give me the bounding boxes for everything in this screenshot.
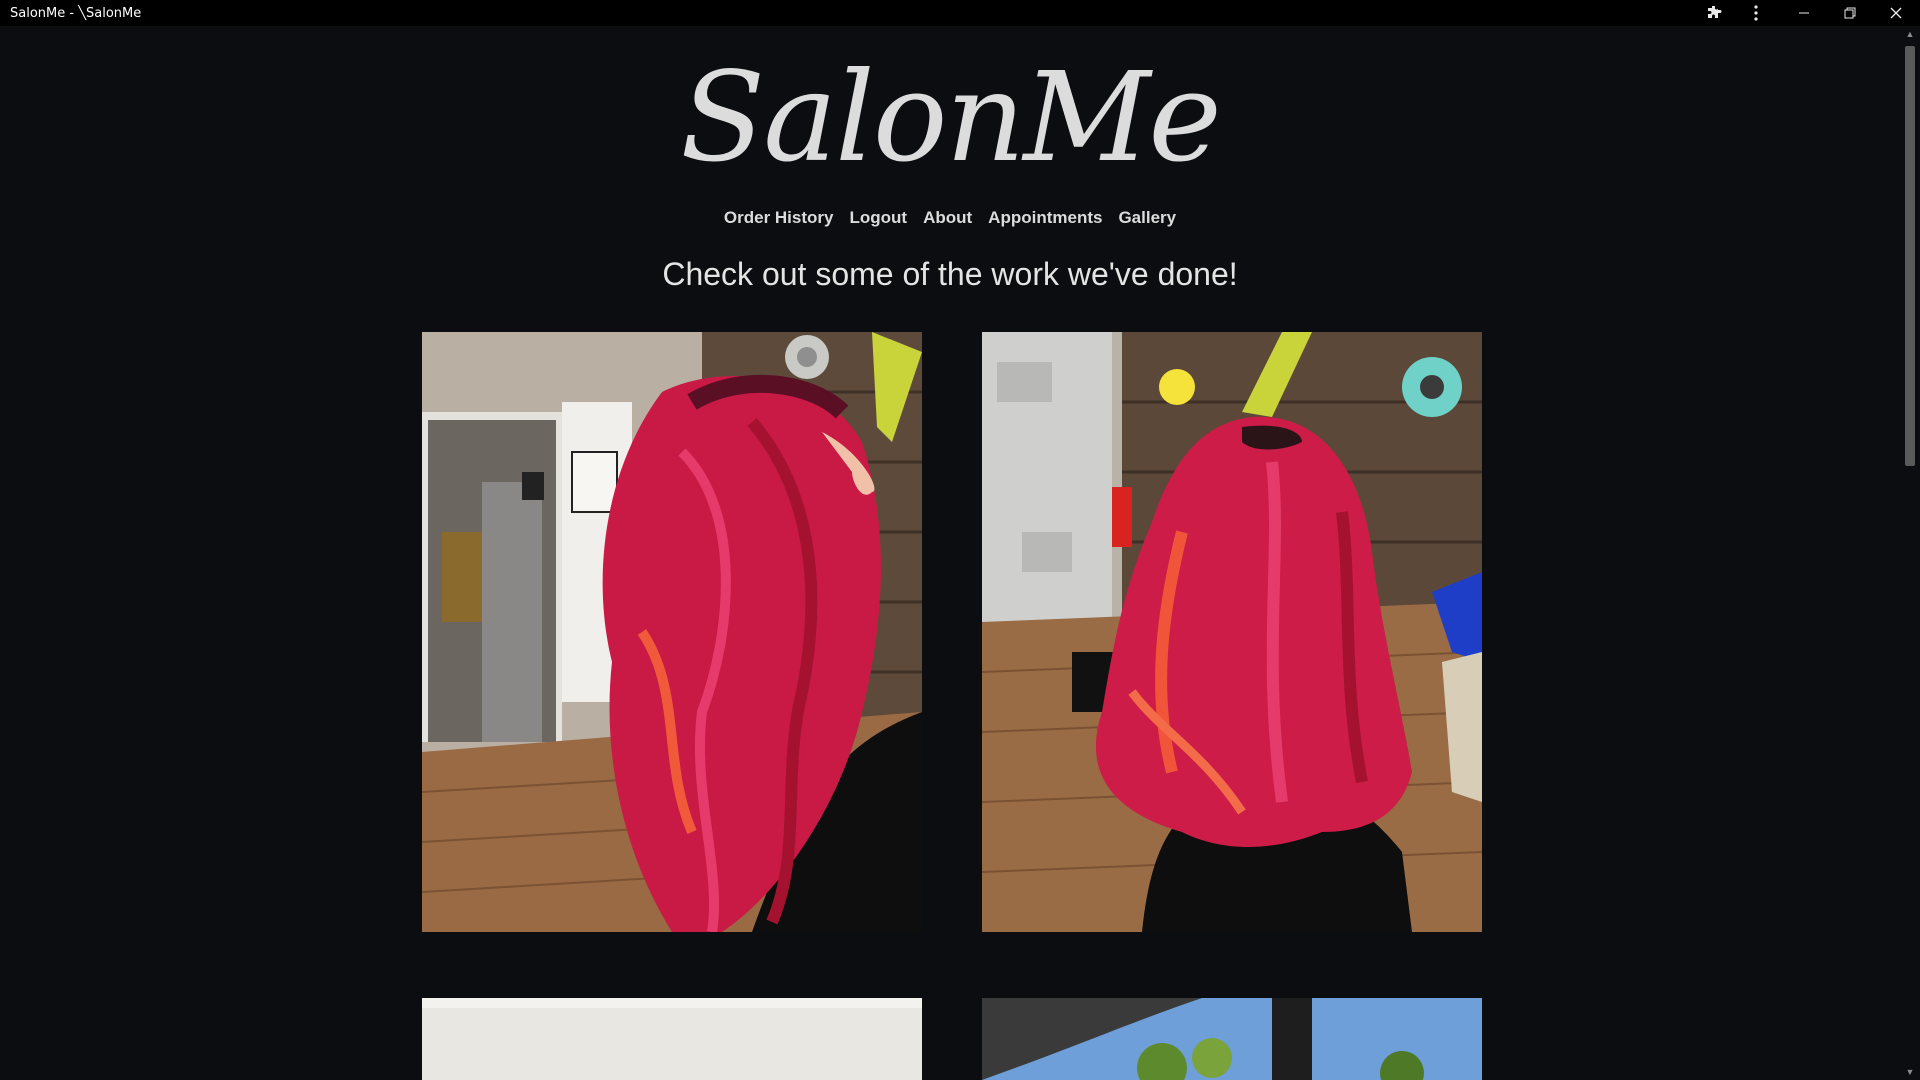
extensions-icon[interactable] bbox=[1694, 0, 1734, 26]
menu-icon[interactable] bbox=[1736, 0, 1776, 26]
nav-appointments[interactable]: Appointments bbox=[988, 208, 1102, 228]
minimize-icon[interactable] bbox=[1784, 0, 1824, 26]
gallery-photo-3 bbox=[422, 998, 922, 1080]
main-nav: Order History Logout About Appointments … bbox=[0, 208, 1900, 228]
gallery-photo-red-hair-back bbox=[982, 332, 1482, 932]
gallery-photo-4 bbox=[982, 998, 1482, 1080]
restore-icon[interactable] bbox=[1830, 0, 1870, 26]
window-titlebar: SalonMe - ╲SalonMe bbox=[0, 0, 1920, 26]
gallery-heading: Check out some of the work we've done! bbox=[662, 256, 1238, 292]
window-title: SalonMe - ╲SalonMe bbox=[10, 5, 142, 21]
gallery-photo-red-hair-side bbox=[422, 332, 922, 932]
nav-about[interactable]: About bbox=[923, 208, 972, 228]
nav-logout[interactable]: Logout bbox=[849, 208, 907, 228]
site-logo[interactable]: SalonMe bbox=[0, 46, 1900, 190]
close-icon[interactable] bbox=[1876, 0, 1916, 26]
scrollbar-thumb[interactable] bbox=[1905, 46, 1915, 466]
nav-order-history[interactable]: Order History bbox=[724, 208, 834, 228]
page-content: SalonMe Order History Logout About Appoi… bbox=[0, 26, 1900, 1080]
scroll-up-icon[interactable]: ▲ bbox=[1900, 26, 1920, 42]
nav-gallery[interactable]: Gallery bbox=[1118, 208, 1176, 228]
scroll-down-icon[interactable]: ▼ bbox=[1900, 1064, 1920, 1080]
vertical-scrollbar[interactable]: ▲ ▼ bbox=[1900, 26, 1920, 1080]
